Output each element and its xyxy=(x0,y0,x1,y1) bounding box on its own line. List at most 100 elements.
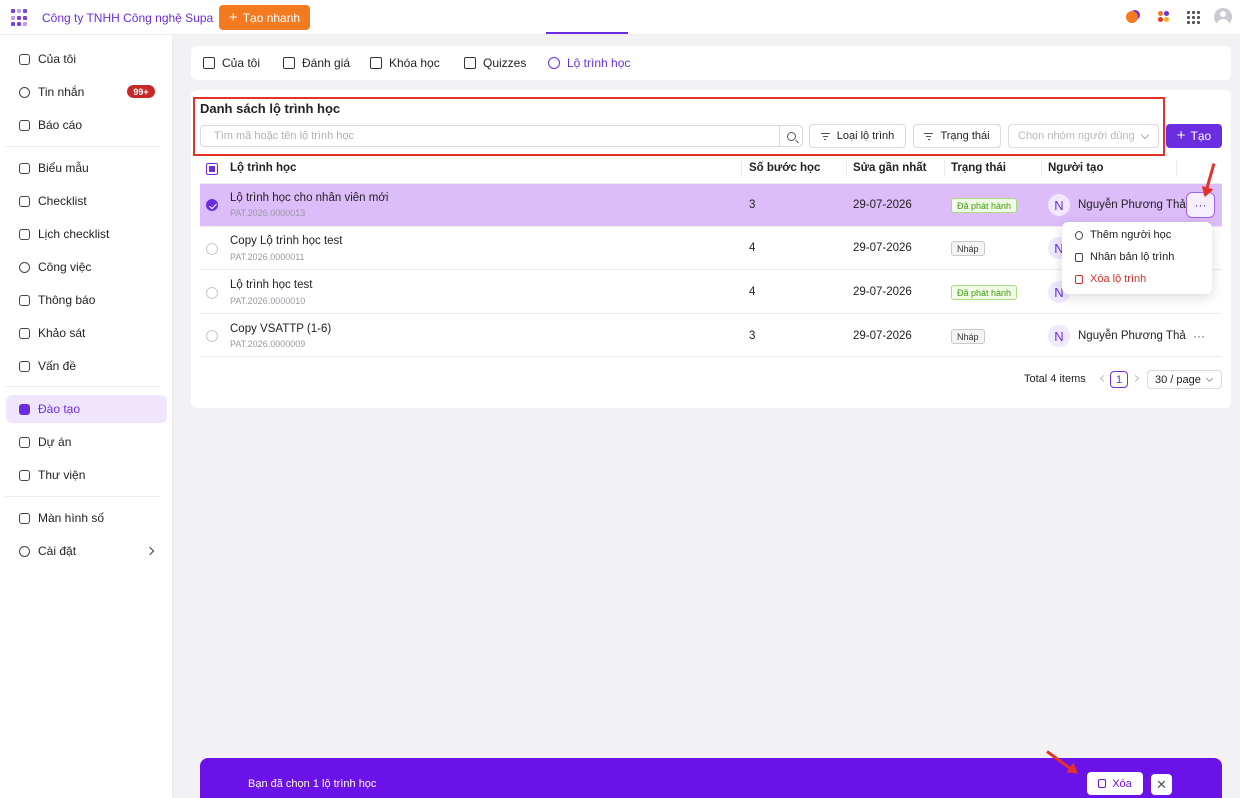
tab-my[interactable]: Của tôi xyxy=(203,46,260,80)
chevron-right-icon xyxy=(145,546,155,556)
tab-label: Quizzes xyxy=(483,56,527,70)
trash-icon xyxy=(1098,779,1107,788)
bell-icon xyxy=(19,294,30,306)
row-checkbox[interactable] xyxy=(206,287,218,299)
column-header-steps[interactable]: Số bước học xyxy=(749,162,820,174)
row-steps: 4 xyxy=(749,286,756,298)
column-header-modified[interactable]: Sửa gần nhất xyxy=(853,162,927,174)
apps-grid-icon[interactable] xyxy=(1187,10,1200,24)
sidebar-item-training[interactable]: Đào tạo xyxy=(6,395,167,423)
tab-label: Đánh giá xyxy=(302,56,351,70)
delete-selected-button[interactable]: Xóa xyxy=(1087,772,1143,795)
search-input[interactable]: Tìm mã hoặc tên lộ trình học xyxy=(200,125,803,147)
column-header-status[interactable]: Trạng thái xyxy=(951,162,1006,174)
avatar: N xyxy=(1048,194,1070,216)
filter-icon xyxy=(924,133,934,140)
tab-evaluation[interactable]: Đánh giá xyxy=(283,46,350,80)
sidebar-item-issues[interactable]: Vấn đề xyxy=(6,352,167,380)
divider xyxy=(6,496,160,497)
report-icon xyxy=(19,119,30,131)
add-user-icon xyxy=(1075,230,1083,240)
settings-icon xyxy=(19,545,30,557)
close-selection-button[interactable]: ✕ xyxy=(1151,774,1172,795)
total-count: Total 4 items xyxy=(1024,373,1086,385)
task-icon xyxy=(19,261,30,273)
app-launcher-icon[interactable] xyxy=(11,9,29,27)
row-steps: 3 xyxy=(749,199,756,211)
sidebar-item-surveys[interactable]: Khảo sát xyxy=(6,319,167,347)
row-creator: Nguyễn Phương Thả xyxy=(1078,330,1186,342)
form-icon xyxy=(19,162,30,174)
row-more-button[interactable]: ··· xyxy=(1193,329,1205,343)
user-avatar-icon[interactable] xyxy=(1214,8,1232,26)
status-badge: Nháp xyxy=(951,329,985,344)
column-separator xyxy=(944,160,945,177)
quick-create-button[interactable]: + Tạo nhanh xyxy=(219,5,310,30)
menu-item-duplicate[interactable]: Nhân bản lộ trình xyxy=(1075,248,1174,266)
row-name[interactable]: Copy VSATTP (1-6) xyxy=(230,323,331,335)
sidebar-item-label: Vấn đề xyxy=(38,359,77,373)
tab-label: Của tôi xyxy=(222,56,261,70)
page-size-select[interactable]: 30 / page xyxy=(1147,370,1222,389)
sidebar-item-messages[interactable]: Tin nhắn 99+ xyxy=(6,78,167,106)
menu-item-delete[interactable]: Xóa lộ trình xyxy=(1075,270,1146,288)
filter-status-button[interactable]: Trạng thái xyxy=(913,124,1001,148)
sidebar-item-forms[interactable]: Biểu mẫu xyxy=(6,154,167,182)
filter-type-label: Loại lộ trình xyxy=(836,130,895,142)
row-code: PAT.2026.0000010 xyxy=(230,296,306,306)
row-code: PAT.2026.0000011 xyxy=(230,252,305,262)
sidebar-item-checklist-schedule[interactable]: Lịch checklist xyxy=(6,220,167,248)
row-code: PAT.2026.0000013 xyxy=(230,208,306,218)
row-name[interactable]: Lộ trình học test xyxy=(230,279,312,291)
tab-quizzes[interactable]: Quizzes xyxy=(464,46,526,80)
user-group-placeholder: Chọn nhóm người dùng xyxy=(1018,130,1135,142)
row-name[interactable]: Copy Lộ trình học test xyxy=(230,235,343,247)
chat-icon xyxy=(19,86,30,98)
quick-create-label: Tạo nhanh xyxy=(242,10,301,25)
sidebar: Của tôi Tin nhắn 99+ Báo cáo Biểu mẫu Che… xyxy=(0,35,173,798)
search-icon xyxy=(786,131,796,141)
checklist-icon xyxy=(19,195,30,207)
sidebar-item-reports[interactable]: Báo cáo xyxy=(6,111,167,139)
survey-icon xyxy=(19,327,30,339)
column-separator xyxy=(1176,160,1177,177)
column-header-name[interactable]: Lộ trình học xyxy=(230,162,296,174)
status-badge: Đã phát hành xyxy=(951,198,1018,213)
filter-type-button[interactable]: Loại lộ trình xyxy=(809,124,906,148)
sidebar-item-tasks[interactable]: Công việc xyxy=(6,253,167,281)
row-creator: Nguyễn Phương Thả xyxy=(1078,199,1186,211)
column-separator xyxy=(846,160,847,177)
row-checkbox[interactable] xyxy=(206,243,218,255)
company-switcher[interactable]: Công ty TNHH Công nghệ Supa xyxy=(42,11,231,25)
user-group-select[interactable]: Chọn nhóm người dùng xyxy=(1008,124,1159,148)
sidebar-item-digital-screen[interactable]: Màn hình số xyxy=(6,504,167,532)
sidebar-item-settings[interactable]: Cài đặt xyxy=(6,537,167,565)
search-button[interactable] xyxy=(779,126,802,146)
row-checkbox[interactable] xyxy=(206,199,218,211)
library-icon xyxy=(19,469,30,481)
sidebar-item-my[interactable]: Của tôi xyxy=(6,45,167,73)
delete-label: Xóa xyxy=(1112,777,1132,790)
menu-item-add-learner[interactable]: Thêm người học xyxy=(1075,226,1171,244)
row-modified: 29-07-2026 xyxy=(853,242,912,254)
column-header-creator[interactable]: Người tạo xyxy=(1048,162,1103,174)
current-page-button[interactable]: 1 xyxy=(1110,371,1128,388)
create-button[interactable]: + Tạo xyxy=(1166,124,1222,148)
divider xyxy=(6,146,160,147)
brand-shape-icon[interactable] xyxy=(1123,8,1141,26)
sidebar-item-notifications[interactable]: Thông báo xyxy=(6,286,167,314)
sidebar-item-label: Báo cáo xyxy=(38,118,83,132)
status-badge: Nháp xyxy=(951,241,985,256)
row-checkbox[interactable] xyxy=(206,330,218,342)
row-name[interactable]: Lộ trình học cho nhân viên mới xyxy=(230,192,388,204)
sidebar-item-projects[interactable]: Dự án xyxy=(6,428,167,456)
team-icon[interactable] xyxy=(1155,8,1173,26)
top-bar: Công ty TNHH Công nghệ Supa + Tạo nhanh xyxy=(0,0,1240,35)
tab-courses[interactable]: Khóa học xyxy=(370,46,440,80)
sidebar-item-checklist[interactable]: Checklist xyxy=(6,187,167,215)
tab-learning-path[interactable]: Lộ trình học xyxy=(548,46,630,80)
select-all-checkbox[interactable] xyxy=(206,163,218,175)
person-icon xyxy=(19,53,30,65)
copy-icon xyxy=(1075,252,1083,262)
sidebar-item-library[interactable]: Thư viện xyxy=(6,461,167,489)
